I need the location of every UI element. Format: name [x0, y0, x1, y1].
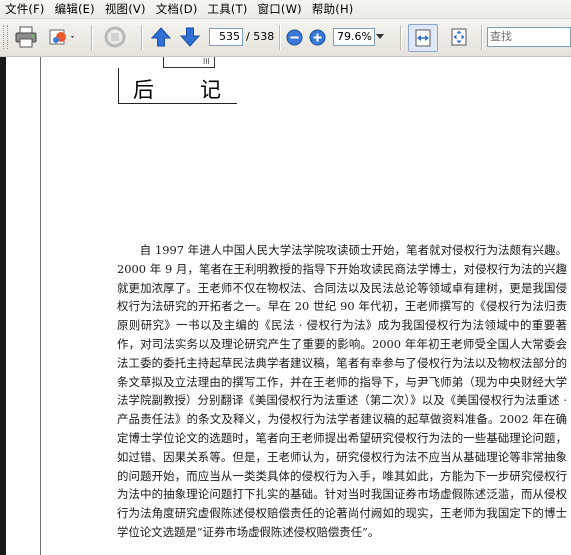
menu-edit[interactable]: 编辑(E)	[50, 1, 100, 17]
email-icon	[49, 29, 74, 45]
page-total-label: / 538	[246, 30, 275, 43]
navigation-pane-edge[interactable]	[0, 57, 6, 555]
sync-icon	[104, 26, 126, 48]
zoom-in-icon	[309, 29, 325, 45]
fit-page-icon	[451, 28, 467, 46]
menu-tools[interactable]: 工具(T)	[203, 1, 253, 17]
menu-help[interactable]: 帮助(H)	[307, 1, 359, 17]
body-text: 自 1997 年进人中国人民大学法学院攻读硕士开始，笔者就对侵权行为法颇有兴趣。…	[117, 241, 567, 542]
print-button[interactable]	[12, 24, 40, 50]
menu-window[interactable]: 窗口(W)	[253, 1, 307, 17]
toolbar-grip[interactable]	[3, 25, 8, 49]
menu-bar: 文件(F) 编辑(E) 视图(V) 文档(D) 工具(T) 窗口(W) 帮助(H…	[0, 0, 571, 19]
zoom-dropdown-button[interactable]	[374, 28, 386, 46]
next-page-button[interactable]	[177, 24, 203, 50]
heading-mark: lll	[203, 57, 210, 66]
menu-document[interactable]: 文档(D)	[151, 1, 203, 17]
page-number-input[interactable]: 535	[209, 28, 243, 46]
zoom-out-icon	[286, 29, 302, 45]
prev-page-icon	[150, 27, 172, 47]
print-icon	[15, 26, 37, 48]
toolbar-separator	[141, 25, 143, 50]
fit-width-icon	[415, 29, 431, 47]
toolbar-separator	[91, 25, 93, 50]
next-page-icon	[179, 27, 201, 47]
toolbar: 535 / 538 79.6% 查找	[0, 19, 571, 57]
menu-view[interactable]: 视图(V)	[100, 1, 151, 17]
page-title: 后记	[133, 78, 267, 102]
zoom-in-button[interactable]	[307, 24, 327, 50]
menu-file[interactable]: 文件(F)	[0, 1, 50, 17]
previous-page-button[interactable]	[148, 24, 174, 50]
toolbar-separator	[481, 25, 483, 50]
fit-width-button[interactable]	[408, 24, 438, 52]
sync-button[interactable]	[100, 24, 130, 50]
zoom-out-button[interactable]	[284, 24, 304, 50]
email-button[interactable]	[46, 24, 78, 50]
toolbar-separator	[279, 25, 281, 50]
paragraph: 自 1997 年进人中国人民大学法学院攻读硕士开始，笔者就对侵权行为法颇有兴趣。…	[117, 243, 567, 539]
fit-page-button[interactable]	[446, 24, 472, 50]
search-input[interactable]: 查找	[487, 27, 571, 47]
zoom-level-input[interactable]: 79.6%	[333, 28, 375, 46]
chevron-down-icon	[376, 34, 384, 39]
page-border	[40, 57, 41, 555]
toolbar-separator	[400, 25, 402, 50]
